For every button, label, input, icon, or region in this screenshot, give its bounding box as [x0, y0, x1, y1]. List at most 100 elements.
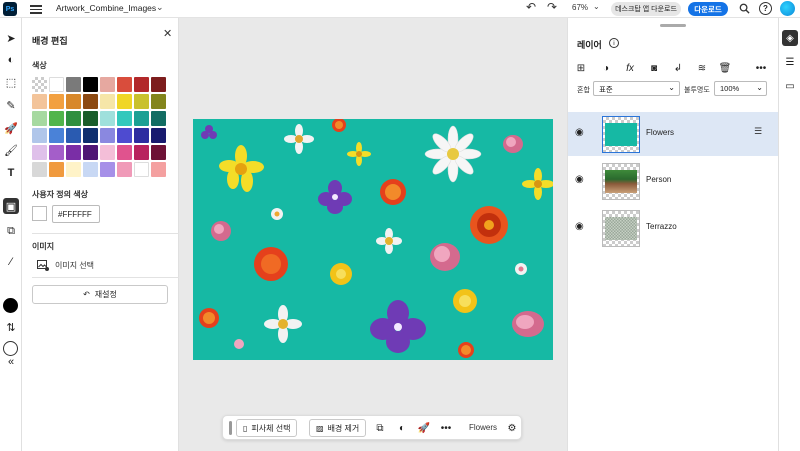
color-swatch[interactable]: [134, 94, 149, 109]
color-swatch[interactable]: [66, 128, 81, 143]
heal-tool-icon[interactable]: ✎: [3, 97, 19, 113]
color-swatch[interactable]: [117, 162, 132, 177]
image-select-label[interactable]: 이미지 선택: [55, 260, 94, 271]
adjustments-panel-icon[interactable]: ☰: [782, 54, 798, 70]
color-swatch[interactable]: [134, 128, 149, 143]
color-swatch[interactable]: [49, 111, 64, 126]
color-swatch[interactable]: [117, 77, 132, 92]
stack-icon[interactable]: ≋: [695, 61, 709, 75]
artboard[interactable]: [193, 119, 553, 360]
color-swatch[interactable]: [117, 128, 132, 143]
brush-tool-icon[interactable]: 🖌: [3, 142, 19, 158]
color-swatch[interactable]: [151, 77, 166, 92]
color-swatch[interactable]: [151, 94, 166, 109]
color-swatch[interactable]: [100, 128, 115, 143]
color-swatch[interactable]: [66, 94, 81, 109]
chevron-down-icon[interactable]: ⌄: [156, 2, 164, 13]
more-icon[interactable]: •••: [439, 421, 453, 435]
more-options-icon[interactable]: •••: [754, 61, 768, 75]
color-swatch[interactable]: [100, 94, 115, 109]
color-swatch[interactable]: [117, 111, 132, 126]
color-swatch[interactable]: [117, 94, 132, 109]
color-swatch[interactable]: [66, 145, 81, 160]
desktop-app-download-button[interactable]: 데스크탑 앱 다운로드: [611, 2, 681, 16]
generate-tool-icon[interactable]: ⧉: [3, 223, 19, 239]
layer-settings-icon[interactable]: ⚙: [505, 421, 519, 435]
color-swatch[interactable]: [100, 162, 115, 177]
mask-icon[interactable]: ◙: [647, 61, 661, 75]
quick-action-icon[interactable]: 🚀: [3, 120, 19, 136]
color-swatch[interactable]: [49, 128, 64, 143]
search-icon[interactable]: [739, 3, 750, 14]
color-swatch[interactable]: [32, 111, 47, 126]
collapse-icon[interactable]: «: [3, 354, 19, 370]
blend-mode-select[interactable]: 표준 ⌄: [593, 81, 680, 96]
color-swatch[interactable]: [49, 94, 64, 109]
effects-icon[interactable]: fx: [623, 61, 637, 75]
color-swatch[interactable]: [151, 111, 166, 126]
color-swatch[interactable]: [66, 162, 81, 177]
close-icon[interactable]: ✕: [163, 27, 172, 40]
color-swatch[interactable]: [83, 128, 98, 143]
visibility-eye-icon[interactable]: ◉: [575, 174, 584, 185]
color-swatch[interactable]: [151, 162, 166, 177]
color-swatch[interactable]: [49, 145, 64, 160]
color-swatch[interactable]: [100, 77, 115, 92]
move-tool-icon[interactable]: ➤: [3, 30, 19, 46]
panel-grip[interactable]: [660, 24, 686, 27]
layer-row-flowers[interactable]: ◉ Flowers ☰: [568, 112, 778, 156]
quick-action-icon[interactable]: 🚀: [417, 421, 431, 435]
color-swatch[interactable]: [83, 145, 98, 160]
layer-row-person[interactable]: ◉ Person: [568, 159, 778, 203]
color-swatch[interactable]: [32, 128, 47, 143]
eyedropper-icon[interactable]: ⁄: [3, 254, 19, 270]
foreground-color[interactable]: [3, 298, 18, 313]
adjust-icon[interactable]: ◐: [395, 421, 409, 435]
help-icon[interactable]: ?: [759, 2, 772, 15]
color-swatch[interactable]: [32, 94, 47, 109]
info-icon[interactable]: i: [609, 38, 619, 48]
color-swatch[interactable]: [134, 162, 149, 177]
color-swatch[interactable]: [117, 145, 132, 160]
remove-background-button[interactable]: ▨ 배경 제거: [309, 419, 367, 437]
color-swatch[interactable]: [83, 77, 98, 92]
color-swatch[interactable]: [100, 111, 115, 126]
adjust-tool-icon[interactable]: ◐: [3, 52, 19, 68]
visibility-eye-icon[interactable]: ◉: [575, 127, 584, 138]
clip-icon[interactable]: ↲: [671, 61, 685, 75]
color-swatch[interactable]: [83, 111, 98, 126]
generate-icon[interactable]: ⧉: [373, 421, 387, 435]
color-swatch[interactable]: [100, 145, 115, 160]
swap-colors-icon[interactable]: ⇅: [3, 319, 19, 335]
reset-button[interactable]: ↶ 재설정: [32, 285, 168, 304]
hamburger-menu-icon[interactable]: [30, 3, 42, 15]
background-tool-icon[interactable]: ▣: [3, 198, 19, 214]
zoom-chevron-icon[interactable]: ⌄: [593, 2, 600, 11]
color-swatch[interactable]: [32, 77, 47, 92]
add-layer-icon[interactable]: ⊞: [574, 61, 588, 75]
color-swatch[interactable]: [151, 128, 166, 143]
select-subject-button[interactable]: ▯ 피사체 선택: [236, 419, 298, 437]
color-swatch[interactable]: [83, 94, 98, 109]
color-swatch[interactable]: [83, 162, 98, 177]
zoom-level[interactable]: 67%: [572, 3, 588, 12]
opacity-input[interactable]: 100% ⌄: [714, 81, 767, 96]
undo-icon[interactable]: ↶: [526, 0, 536, 14]
layers-panel-icon[interactable]: ◈: [782, 30, 798, 46]
comments-panel-icon[interactable]: ▭: [782, 78, 798, 94]
layer-options-icon[interactable]: ☰: [754, 126, 762, 137]
hex-input[interactable]: #FFFFFF: [52, 205, 100, 223]
color-swatch[interactable]: [32, 145, 47, 160]
text-tool-icon[interactable]: T: [3, 165, 19, 181]
color-swatch[interactable]: [134, 77, 149, 92]
color-swatch[interactable]: [49, 162, 64, 177]
layer-row-terrazzo[interactable]: ◉ Terrazzo: [568, 206, 778, 250]
drag-handle[interactable]: [229, 421, 232, 435]
color-swatch[interactable]: [32, 162, 47, 177]
color-swatch[interactable]: [151, 145, 166, 160]
color-swatch[interactable]: [66, 77, 81, 92]
avatar[interactable]: [780, 1, 795, 16]
redo-icon[interactable]: ↷: [547, 0, 557, 14]
color-swatch[interactable]: [134, 111, 149, 126]
select-tool-icon[interactable]: ⬚: [3, 74, 19, 90]
